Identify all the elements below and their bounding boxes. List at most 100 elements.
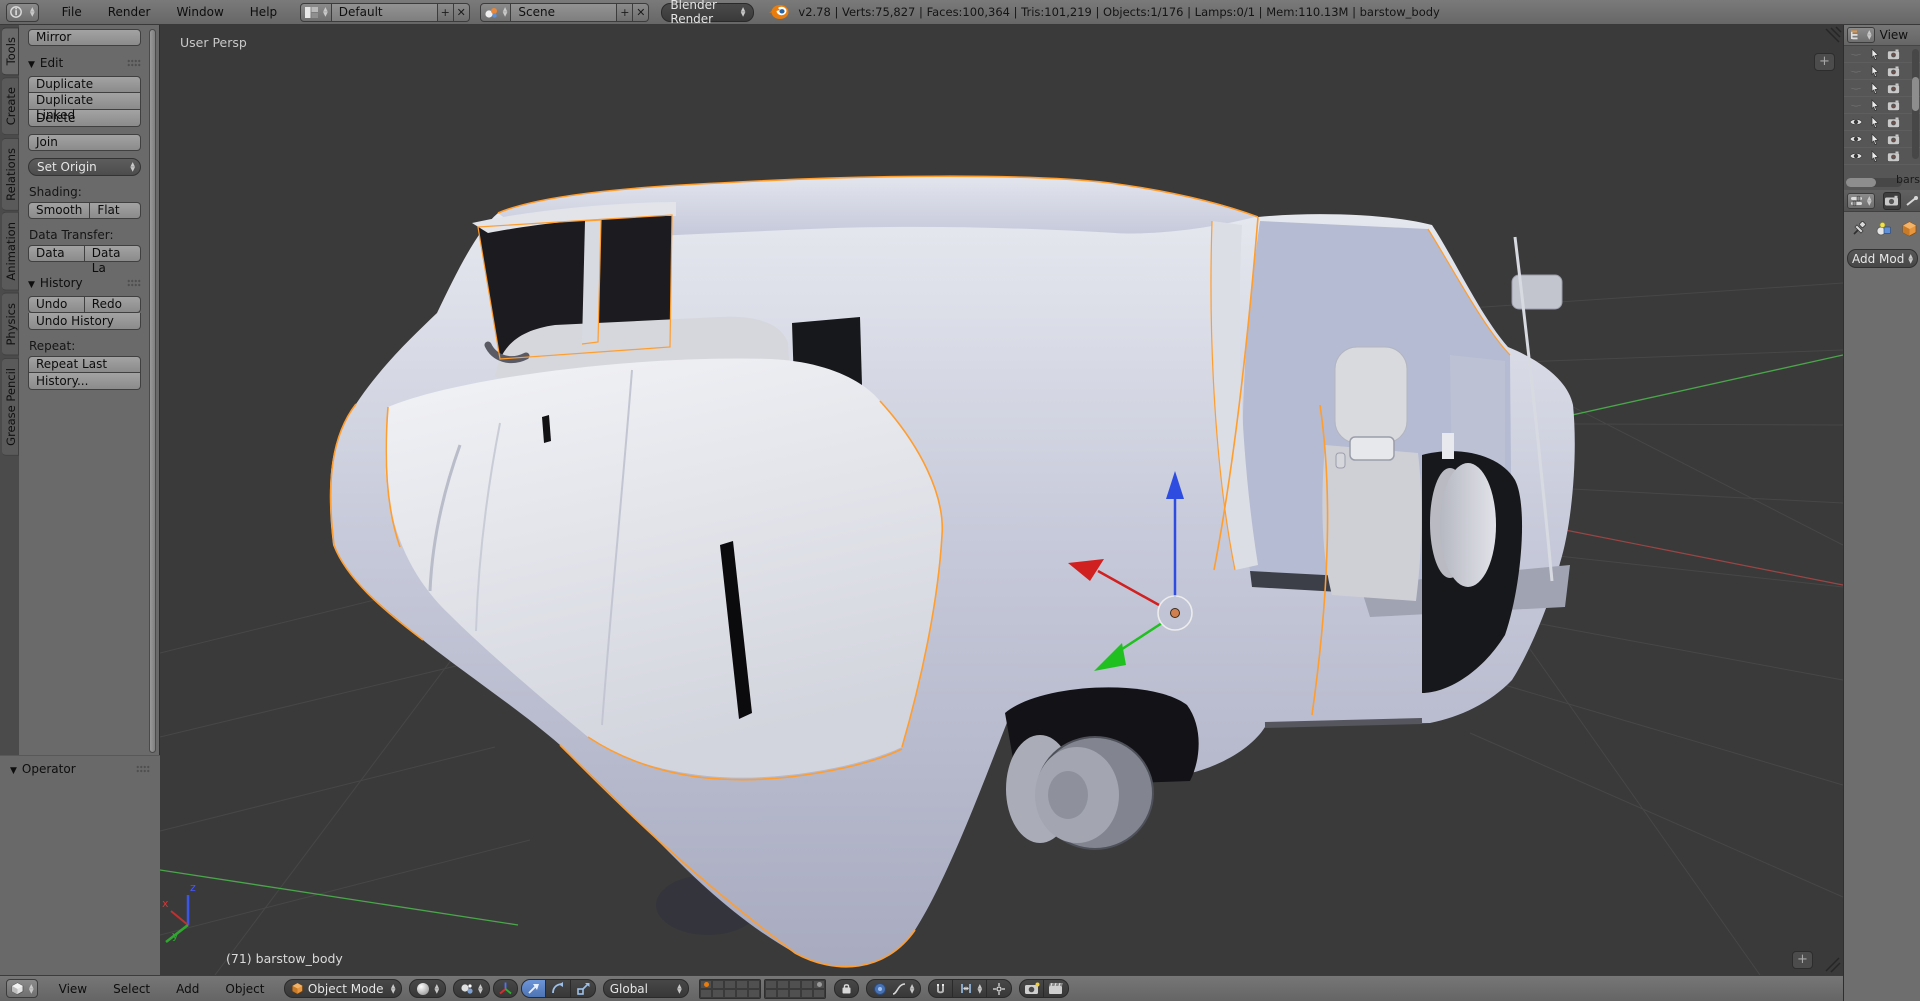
layer-toggle[interactable] [700, 989, 712, 998]
layer-toggle[interactable] [789, 989, 801, 998]
layer-toggle[interactable] [712, 989, 724, 998]
tab-render[interactable] [1883, 192, 1901, 210]
shelf-tab-relations[interactable]: Relations [2, 138, 19, 211]
operator-panel-header[interactable]: ▼Operator [10, 762, 150, 776]
visibility-eye-icon[interactable] [1849, 117, 1863, 127]
properties-region-expand-button[interactable]: + [1814, 53, 1835, 71]
renderable-camera-icon[interactable] [1887, 117, 1900, 128]
layer-toggle[interactable] [801, 989, 813, 998]
selectable-cursor-icon[interactable] [1870, 133, 1880, 145]
shelf-tab-grease-pencil[interactable]: Grease Pencil [2, 358, 19, 456]
viewport-menu-add[interactable]: Add [163, 977, 212, 1001]
menu-render[interactable]: Render [95, 0, 164, 24]
selectable-cursor-icon[interactable] [1870, 48, 1880, 60]
snap-target-button[interactable] [987, 979, 1012, 998]
add-modifier-dropdown[interactable]: Add Mod ▲▼ [1847, 249, 1918, 268]
menu-window[interactable]: Window [163, 0, 236, 24]
translate-manipulator-button[interactable] [521, 979, 546, 998]
layer-toggle[interactable] [813, 980, 825, 989]
viewport-menu-select[interactable]: Select [100, 977, 163, 1001]
editor-type-info-button[interactable]: ▲▼ [6, 3, 39, 22]
viewport-menu-view[interactable]: View [46, 977, 100, 1001]
layer-toggle[interactable] [724, 989, 736, 998]
opengl-render-animation-button[interactable] [1044, 979, 1069, 998]
3d-viewport[interactable]: z x y User Persp (71) barstow_body + + [160, 25, 1843, 975]
layer-toggle[interactable] [765, 989, 777, 998]
scale-manipulator-button[interactable] [571, 979, 596, 998]
region-expand-button[interactable]: + [1792, 951, 1813, 969]
renderable-camera-icon[interactable] [1887, 66, 1900, 77]
lock-to-scene-button[interactable] [834, 979, 859, 998]
undo-history-button[interactable]: Undo History [28, 313, 141, 330]
mode-dropdown[interactable]: Object Mode ▲▼ [284, 979, 402, 998]
layer-toggle[interactable] [765, 980, 777, 989]
layer-toggle[interactable] [813, 989, 825, 998]
object-tab-icon[interactable] [1901, 221, 1918, 237]
renderable-camera-icon[interactable] [1887, 83, 1900, 94]
visibility-eye-closed-icon[interactable] [1849, 100, 1863, 110]
outliner-row[interactable] [1844, 97, 1920, 114]
screen-layout-name[interactable]: Default [332, 3, 438, 22]
outliner-row[interactable] [1844, 63, 1920, 80]
edit-panel-header[interactable]: ▼Edit [28, 56, 141, 70]
layer-toggle[interactable] [736, 980, 748, 989]
renderable-camera-icon[interactable] [1887, 151, 1900, 162]
history-panel-header[interactable]: ▼History [28, 276, 141, 290]
proportional-editing-dropdown[interactable]: ▲▼ [866, 979, 922, 998]
layer-toggle[interactable] [700, 980, 712, 989]
mirror-button[interactable]: Mirror [28, 29, 141, 46]
visibility-eye-closed-icon[interactable] [1849, 66, 1863, 76]
visibility-eye-closed-icon[interactable] [1849, 49, 1863, 59]
outliner-row[interactable] [1844, 148, 1920, 165]
car-model-barstow-body[interactable] [330, 176, 1575, 967]
data-transfer-layout-button[interactable]: Data La [85, 245, 141, 262]
scene-tab-icon[interactable] [1875, 221, 1893, 237]
set-origin-dropdown[interactable]: Set Origin ▲▼ [28, 158, 141, 176]
panel-grip-icon[interactable] [127, 59, 141, 67]
selectable-cursor-icon[interactable] [1870, 82, 1880, 94]
visibility-eye-closed-icon[interactable] [1849, 83, 1863, 93]
selectable-cursor-icon[interactable] [1870, 116, 1880, 128]
viewport-menu-object[interactable]: Object [212, 977, 277, 1001]
duplicate-button[interactable]: Duplicate [28, 76, 141, 93]
selectable-cursor-icon[interactable] [1870, 150, 1880, 162]
layer-toggle[interactable] [777, 989, 789, 998]
layer-toggle[interactable] [801, 980, 813, 989]
snap-element-dropdown[interactable]: ▲▼ [953, 979, 987, 998]
shelf-tab-tools[interactable]: Tools [2, 27, 19, 75]
layer-toggle[interactable] [736, 989, 748, 998]
render-engine-dropdown[interactable]: Blender Render ▲▼ [661, 3, 754, 22]
tab-clipped[interactable] [1904, 192, 1920, 210]
renderable-camera-icon[interactable] [1887, 100, 1900, 111]
outliner-horizontal-scrollbar[interactable] [1846, 178, 1902, 187]
pivot-point-dropdown[interactable]: ▲▼ [453, 979, 490, 998]
region-corner-hatch-icon[interactable] [1826, 27, 1841, 972]
editor-type-outliner-button[interactable]: ▲▼ [1847, 27, 1875, 43]
data-transfer-data-button[interactable]: Data [28, 245, 85, 262]
add-screen-layout-button[interactable]: + [438, 3, 454, 22]
transform-orientation-dropdown[interactable]: Global ▲▼ [603, 979, 689, 998]
panel-grip-icon[interactable] [127, 279, 141, 287]
layer-toggle[interactable] [724, 980, 736, 989]
opengl-render-image-button[interactable] [1019, 979, 1044, 998]
shelf-tab-create[interactable]: Create [2, 77, 19, 135]
editor-type-properties-button[interactable]: ▲▼ [1847, 193, 1875, 209]
panel-grip-icon[interactable] [136, 765, 150, 773]
selectable-cursor-icon[interactable] [1870, 99, 1880, 111]
shade-smooth-button[interactable]: Smooth [28, 202, 90, 219]
menu-file[interactable]: File [49, 0, 95, 24]
renderable-camera-icon[interactable] [1887, 134, 1900, 145]
join-button[interactable]: Join [28, 134, 141, 151]
redo-button[interactable]: Redo [85, 296, 141, 313]
outliner-vertical-scrollbar[interactable] [1912, 49, 1919, 159]
renderable-camera-icon[interactable] [1887, 49, 1900, 60]
screen-layout-button[interactable]: ▲▼ [300, 3, 332, 22]
viewport-shading-dropdown[interactable]: ▲▼ [409, 979, 446, 998]
menu-help[interactable]: Help [237, 0, 290, 24]
editor-type-3dview-button[interactable]: ▲▼ [6, 979, 38, 998]
visibility-eye-icon[interactable] [1849, 134, 1863, 144]
layer-toggle[interactable] [789, 980, 801, 989]
undo-button[interactable]: Undo [28, 296, 85, 313]
delete-scene-button[interactable]: ✕ [633, 3, 649, 22]
scene-name[interactable]: Scene [511, 3, 617, 22]
